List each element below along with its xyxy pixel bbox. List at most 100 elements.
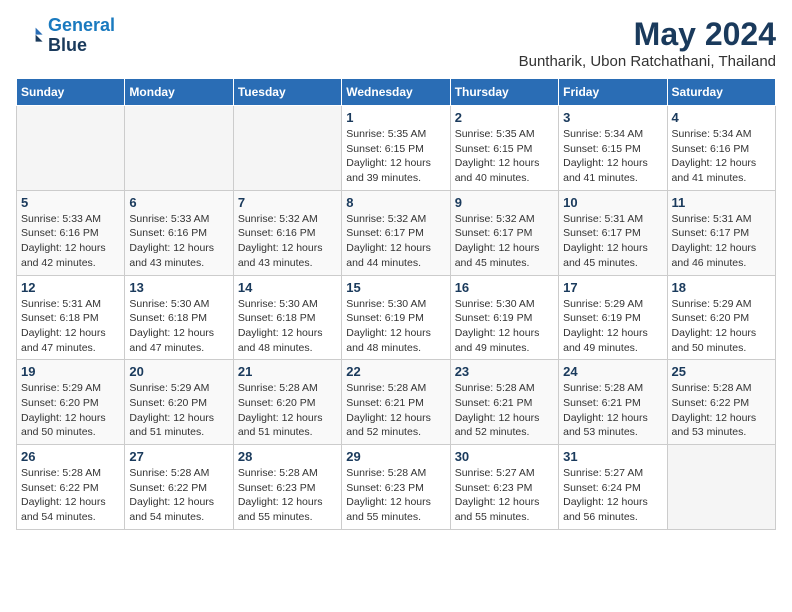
calendar-day-23: 23 Sunrise: 5:28 AM Sunset: 6:21 PM Dayli… — [450, 360, 558, 445]
day-number: 21 — [238, 364, 337, 379]
day-info: Sunrise: 5:29 AM Sunset: 6:20 PM Dayligh… — [129, 381, 228, 440]
day-info: Sunrise: 5:28 AM Sunset: 6:20 PM Dayligh… — [238, 381, 337, 440]
day-number: 10 — [563, 195, 662, 210]
day-info: Sunrise: 5:34 AM Sunset: 6:15 PM Dayligh… — [563, 127, 662, 186]
calendar-empty-cell — [233, 106, 341, 191]
calendar-day-22: 22 Sunrise: 5:28 AM Sunset: 6:21 PM Dayli… — [342, 360, 450, 445]
day-number: 20 — [129, 364, 228, 379]
day-info: Sunrise: 5:35 AM Sunset: 6:15 PM Dayligh… — [346, 127, 445, 186]
day-header-saturday: Saturday — [667, 79, 775, 106]
day-number: 31 — [563, 449, 662, 464]
day-number: 28 — [238, 449, 337, 464]
calendar-day-1: 1Sunrise: 5:35 AM Sunset: 6:15 PM Daylig… — [342, 106, 450, 191]
day-info: Sunrise: 5:28 AM Sunset: 6:22 PM Dayligh… — [672, 381, 771, 440]
calendar-day-5: 5Sunrise: 5:33 AM Sunset: 6:16 PM Daylig… — [17, 190, 125, 275]
day-number: 19 — [21, 364, 120, 379]
calendar-day-7: 7 Sunrise: 5:32 AM Sunset: 6:16 PM Daylig… — [233, 190, 341, 275]
day-header-monday: Monday — [125, 79, 233, 106]
day-number: 2 — [455, 110, 554, 125]
calendar-empty-cell — [125, 106, 233, 191]
calendar-day-9: 9 Sunrise: 5:32 AM Sunset: 6:17 PM Daylig… — [450, 190, 558, 275]
day-number: 16 — [455, 280, 554, 295]
day-info: Sunrise: 5:32 AM Sunset: 6:17 PM Dayligh… — [455, 212, 554, 271]
day-number: 9 — [455, 195, 554, 210]
calendar-day-17: 17 Sunrise: 5:29 AM Sunset: 6:19 PM Dayli… — [559, 275, 667, 360]
day-info: Sunrise: 5:28 AM Sunset: 6:22 PM Dayligh… — [21, 466, 120, 525]
day-number: 8 — [346, 195, 445, 210]
calendar-day-27: 27 Sunrise: 5:28 AM Sunset: 6:22 PM Dayli… — [125, 445, 233, 530]
page-header: General Blue May 2024 Buntharik, Ubon Ra… — [16, 16, 776, 70]
day-number: 12 — [21, 280, 120, 295]
day-info: Sunrise: 5:32 AM Sunset: 6:16 PM Dayligh… — [238, 212, 337, 271]
location-subtitle: Buntharik, Ubon Ratchathani, Thailand — [519, 53, 776, 70]
day-info: Sunrise: 5:35 AM Sunset: 6:15 PM Dayligh… — [455, 127, 554, 186]
logo: General Blue — [16, 16, 115, 56]
day-number: 14 — [238, 280, 337, 295]
logo-icon — [16, 22, 44, 50]
day-header-wednesday: Wednesday — [342, 79, 450, 106]
day-number: 24 — [563, 364, 662, 379]
day-info: Sunrise: 5:28 AM Sunset: 6:22 PM Dayligh… — [129, 466, 228, 525]
day-number: 5 — [21, 195, 120, 210]
calendar-day-21: 21 Sunrise: 5:28 AM Sunset: 6:20 PM Dayli… — [233, 360, 341, 445]
calendar-day-28: 28 Sunrise: 5:28 AM Sunset: 6:23 PM Dayli… — [233, 445, 341, 530]
calendar-week-row: 5 Sunrise: 5:33 AM Sunset: 6:16 PM Daylig… — [17, 190, 776, 275]
day-number: 13 — [129, 280, 228, 295]
calendar-day-6: 6 Sunrise: 5:33 AM Sunset: 6:16 PM Daylig… — [125, 190, 233, 275]
calendar-day-24: 24 Sunrise: 5:28 AM Sunset: 6:21 PM Dayli… — [559, 360, 667, 445]
calendar-day-18: 18Sunrise: 5:29 AM Sunset: 6:20 PM Dayli… — [667, 275, 775, 360]
day-header-thursday: Thursday — [450, 79, 558, 106]
calendar-week-row: 1Sunrise: 5:35 AM Sunset: 6:15 PM Daylig… — [17, 106, 776, 191]
calendar-header-row: SundayMondayTuesdayWednesdayThursdayFrid… — [17, 79, 776, 106]
day-info: Sunrise: 5:29 AM Sunset: 6:19 PM Dayligh… — [563, 297, 662, 356]
day-info: Sunrise: 5:31 AM Sunset: 6:17 PM Dayligh… — [563, 212, 662, 271]
day-header-tuesday: Tuesday — [233, 79, 341, 106]
day-info: Sunrise: 5:31 AM Sunset: 6:17 PM Dayligh… — [672, 212, 771, 271]
calendar-day-10: 10 Sunrise: 5:31 AM Sunset: 6:17 PM Dayli… — [559, 190, 667, 275]
day-info: Sunrise: 5:34 AM Sunset: 6:16 PM Dayligh… — [672, 127, 771, 186]
day-number: 23 — [455, 364, 554, 379]
day-number: 26 — [21, 449, 120, 464]
calendar-day-20: 20 Sunrise: 5:29 AM Sunset: 6:20 PM Dayli… — [125, 360, 233, 445]
day-info: Sunrise: 5:27 AM Sunset: 6:23 PM Dayligh… — [455, 466, 554, 525]
calendar-day-2: 2 Sunrise: 5:35 AM Sunset: 6:15 PM Daylig… — [450, 106, 558, 191]
calendar-day-11: 11Sunrise: 5:31 AM Sunset: 6:17 PM Dayli… — [667, 190, 775, 275]
day-number: 6 — [129, 195, 228, 210]
day-info: Sunrise: 5:33 AM Sunset: 6:16 PM Dayligh… — [129, 212, 228, 271]
day-number: 22 — [346, 364, 445, 379]
calendar-day-13: 13 Sunrise: 5:30 AM Sunset: 6:18 PM Dayli… — [125, 275, 233, 360]
day-info: Sunrise: 5:28 AM Sunset: 6:21 PM Dayligh… — [346, 381, 445, 440]
calendar-empty-cell — [667, 445, 775, 530]
day-info: Sunrise: 5:30 AM Sunset: 6:18 PM Dayligh… — [129, 297, 228, 356]
day-info: Sunrise: 5:30 AM Sunset: 6:19 PM Dayligh… — [455, 297, 554, 356]
day-number: 7 — [238, 195, 337, 210]
day-number: 17 — [563, 280, 662, 295]
day-info: Sunrise: 5:28 AM Sunset: 6:21 PM Dayligh… — [455, 381, 554, 440]
day-number: 25 — [672, 364, 771, 379]
day-number: 4 — [672, 110, 771, 125]
calendar-day-16: 16 Sunrise: 5:30 AM Sunset: 6:19 PM Dayli… — [450, 275, 558, 360]
calendar-table: SundayMondayTuesdayWednesdayThursdayFrid… — [16, 78, 776, 530]
calendar-day-31: 31 Sunrise: 5:27 AM Sunset: 6:24 PM Dayli… — [559, 445, 667, 530]
day-info: Sunrise: 5:31 AM Sunset: 6:18 PM Dayligh… — [21, 297, 120, 356]
calendar-day-29: 29Sunrise: 5:28 AM Sunset: 6:23 PM Dayli… — [342, 445, 450, 530]
title-block: May 2024 Buntharik, Ubon Ratchathani, Th… — [519, 16, 776, 70]
calendar-day-12: 12 Sunrise: 5:31 AM Sunset: 6:18 PM Dayli… — [17, 275, 125, 360]
calendar-week-row: 26 Sunrise: 5:28 AM Sunset: 6:22 PM Dayli… — [17, 445, 776, 530]
day-header-friday: Friday — [559, 79, 667, 106]
day-number: 3 — [563, 110, 662, 125]
day-info: Sunrise: 5:28 AM Sunset: 6:21 PM Dayligh… — [563, 381, 662, 440]
day-number: 27 — [129, 449, 228, 464]
calendar-day-26: 26 Sunrise: 5:28 AM Sunset: 6:22 PM Dayli… — [17, 445, 125, 530]
day-info: Sunrise: 5:28 AM Sunset: 6:23 PM Dayligh… — [238, 466, 337, 525]
day-info: Sunrise: 5:29 AM Sunset: 6:20 PM Dayligh… — [21, 381, 120, 440]
logo-text: General Blue — [48, 16, 115, 56]
calendar-day-30: 30Sunrise: 5:27 AM Sunset: 6:23 PM Dayli… — [450, 445, 558, 530]
calendar-day-8: 8Sunrise: 5:32 AM Sunset: 6:17 PM Daylig… — [342, 190, 450, 275]
day-info: Sunrise: 5:27 AM Sunset: 6:24 PM Dayligh… — [563, 466, 662, 525]
calendar-day-15: 15Sunrise: 5:30 AM Sunset: 6:19 PM Dayli… — [342, 275, 450, 360]
day-number: 15 — [346, 280, 445, 295]
day-header-sunday: Sunday — [17, 79, 125, 106]
calendar-day-25: 25 Sunrise: 5:28 AM Sunset: 6:22 PM Dayli… — [667, 360, 775, 445]
month-year-title: May 2024 — [519, 16, 776, 53]
